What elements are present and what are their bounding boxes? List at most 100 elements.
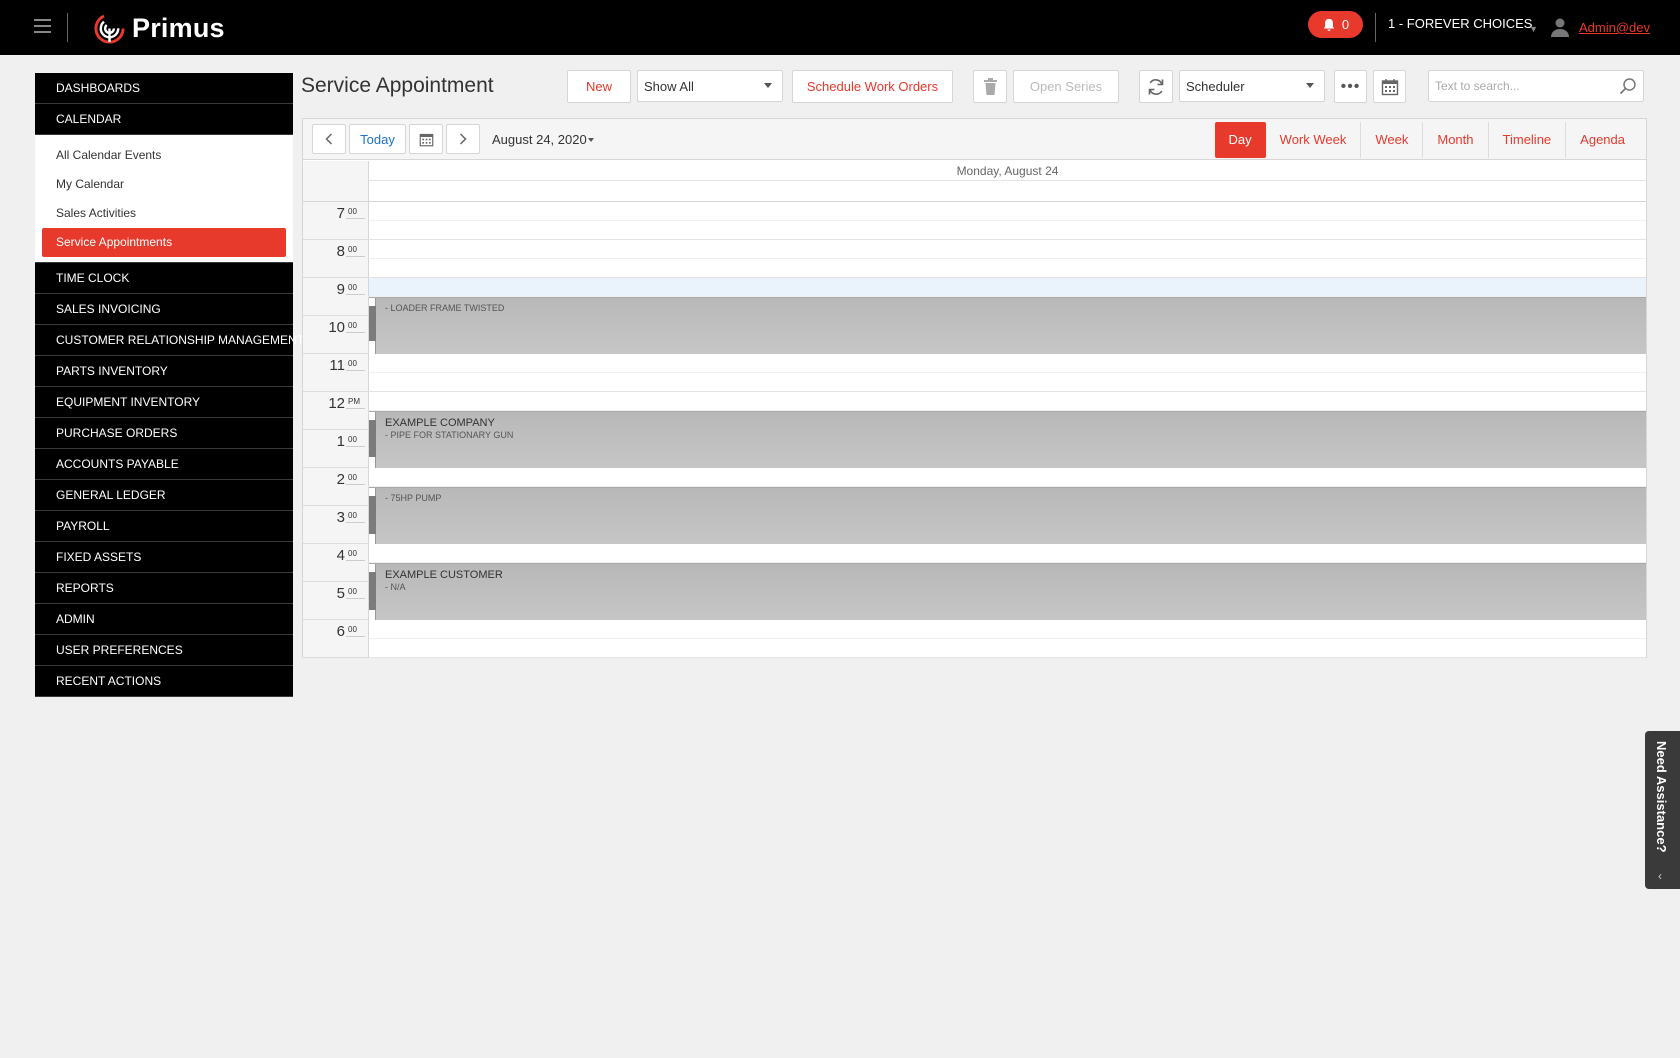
hour-number: 1 bbox=[336, 433, 345, 450]
schedule-work-orders-button[interactable]: Schedule Work Orders bbox=[792, 70, 953, 103]
chevron-down-icon bbox=[764, 83, 772, 88]
appointment-status-bar bbox=[369, 488, 376, 544]
view-select[interactable]: Scheduler bbox=[1179, 70, 1325, 102]
time-slot[interactable] bbox=[368, 392, 1646, 411]
chevron-down-icon bbox=[1306, 83, 1314, 88]
notifications-button[interactable]: 0 bbox=[1308, 11, 1363, 38]
new-button[interactable]: New bbox=[567, 70, 631, 103]
hamburger-menu-icon[interactable] bbox=[34, 19, 51, 34]
refresh-button[interactable] bbox=[1139, 70, 1173, 103]
hour-minutes: PM bbox=[348, 397, 360, 406]
search-input[interactable] bbox=[1429, 71, 1609, 101]
sidebar-item-recent-actions[interactable]: RECENT ACTIONS bbox=[35, 666, 293, 697]
sidebar-item-dashboards[interactable]: DASHBOARDS bbox=[35, 73, 293, 104]
appointment[interactable]: EXAMPLE COMPANY - PIPE FOR STATIONARY GU… bbox=[369, 411, 1646, 468]
chevron-down-icon[interactable] bbox=[588, 138, 594, 142]
need-assistance-tab[interactable]: Need Assistance? ‹ bbox=[1645, 731, 1680, 889]
view-agenda[interactable]: Agenda bbox=[1566, 122, 1639, 158]
time-slot[interactable] bbox=[368, 259, 1646, 278]
hour-number: 12 bbox=[328, 395, 345, 412]
sidebar-item-payroll[interactable]: PAYROLL bbox=[35, 511, 293, 542]
time-slot[interactable] bbox=[368, 202, 1646, 221]
submenu-item-sales-activities[interactable]: Sales Activities bbox=[42, 199, 286, 228]
chevron-left-icon[interactable]: ‹ bbox=[1658, 869, 1662, 883]
user-icon bbox=[1551, 18, 1569, 37]
user-link[interactable]: Admin@dev bbox=[1579, 20, 1650, 35]
divider bbox=[67, 13, 68, 42]
filter-select[interactable]: Show All bbox=[637, 70, 783, 102]
chevron-down-icon[interactable]: ▼ bbox=[1529, 24, 1538, 34]
hour-row: 6 00 bbox=[303, 620, 1646, 658]
all-day-row[interactable] bbox=[368, 181, 1646, 201]
appointment-title: EXAMPLE COMPANY bbox=[385, 417, 495, 429]
calendar-button[interactable] bbox=[1373, 70, 1406, 103]
next-button[interactable] bbox=[446, 124, 480, 154]
hour-minutes: 00 bbox=[348, 435, 357, 444]
search-icon[interactable] bbox=[1619, 77, 1637, 95]
fingerprint-logo-icon bbox=[94, 12, 125, 44]
appointment[interactable]: - 75HP PUMP bbox=[369, 487, 1646, 544]
hour-label: 9 00 bbox=[303, 278, 368, 316]
sidebar-item-sales-invoicing[interactable]: SALES INVOICING bbox=[35, 294, 293, 325]
time-column-header bbox=[303, 161, 368, 201]
time-slot[interactable] bbox=[368, 240, 1646, 259]
hour-label: 7 00 bbox=[303, 202, 368, 240]
previous-button[interactable] bbox=[312, 124, 346, 154]
divider bbox=[1375, 13, 1376, 42]
current-date-label[interactable]: August 24, 2020 bbox=[492, 132, 587, 147]
sidebar-item-time-clock[interactable]: TIME CLOCK bbox=[35, 263, 293, 294]
hour-minutes: 00 bbox=[348, 321, 357, 330]
view-month[interactable]: Month bbox=[1423, 122, 1489, 158]
view-week[interactable]: Week bbox=[1361, 122, 1424, 158]
view-work-week[interactable]: Work Week bbox=[1266, 122, 1362, 158]
hour-number: 11 bbox=[329, 357, 345, 374]
hour-minutes: 00 bbox=[348, 549, 357, 558]
sidebar-item-accounts-payable[interactable]: ACCOUNTS PAYABLE bbox=[35, 449, 293, 480]
chevron-left-icon bbox=[325, 133, 333, 145]
view-day[interactable]: Day bbox=[1214, 122, 1266, 158]
sidebar-item-purchase-orders[interactable]: PURCHASE ORDERS bbox=[35, 418, 293, 449]
submenu-item-all-calendar-events[interactable]: All Calendar Events bbox=[42, 141, 286, 170]
appointment[interactable]: EXAMPLE CUSTOMER - N/A bbox=[369, 563, 1646, 620]
sidebar-item-general-ledger[interactable]: GENERAL LEDGER bbox=[35, 480, 293, 511]
time-slot[interactable] bbox=[368, 468, 1646, 487]
hour-minutes: 00 bbox=[348, 359, 357, 368]
logo[interactable]: Primus bbox=[93, 8, 225, 48]
open-series-button[interactable]: Open Series bbox=[1013, 70, 1119, 103]
page-title: Service Appointment bbox=[301, 74, 494, 97]
hour-minutes: 00 bbox=[348, 473, 357, 482]
delete-button[interactable] bbox=[973, 70, 1007, 103]
submenu-item-my-calendar[interactable]: My Calendar bbox=[42, 170, 286, 199]
view-switcher: Day Work Week Week Month Timeline Agenda bbox=[1214, 122, 1639, 158]
sidebar-item-admin[interactable]: ADMIN bbox=[35, 604, 293, 635]
submenu-item-service-appointments[interactable]: Service Appointments bbox=[42, 228, 286, 257]
time-slot[interactable] bbox=[368, 354, 1646, 373]
sidebar-item-parts-inventory[interactable]: PARTS INVENTORY bbox=[35, 356, 293, 387]
hour-label: 6 00 bbox=[303, 620, 368, 658]
sidebar-item-user-preferences[interactable]: USER PREFERENCES bbox=[35, 635, 293, 666]
sidebar-item-fixed-assets[interactable]: FIXED ASSETS bbox=[35, 542, 293, 573]
hour-minutes: 00 bbox=[348, 625, 357, 634]
refresh-icon bbox=[1148, 78, 1164, 95]
sidebar-item-crm[interactable]: CUSTOMER RELATIONSHIP MANAGEMENT bbox=[35, 325, 304, 356]
hour-label: 4 00 bbox=[303, 544, 368, 582]
sidebar-item-calendar[interactable]: CALENDAR bbox=[35, 104, 293, 135]
company-selector[interactable]: 1 - FOREVER CHOICES bbox=[1388, 16, 1532, 31]
scheduler: Today August 24, 2020 Day Work Week Week… bbox=[302, 118, 1647, 658]
date-picker-button[interactable] bbox=[409, 124, 443, 154]
more-icon: ••• bbox=[1340, 77, 1361, 95]
today-button[interactable]: Today bbox=[349, 124, 406, 154]
hour-row: 7 00 bbox=[303, 202, 1646, 240]
scheduler-navigation: Today August 24, 2020 Day Work Week Week… bbox=[303, 119, 1646, 160]
time-slot[interactable] bbox=[368, 544, 1646, 563]
time-slot[interactable] bbox=[368, 221, 1646, 240]
sidebar-item-reports[interactable]: REPORTS bbox=[35, 573, 293, 604]
time-slot[interactable] bbox=[368, 373, 1646, 392]
appointment[interactable]: - LOADER FRAME TWISTED bbox=[369, 297, 1646, 354]
time-slot[interactable] bbox=[368, 639, 1646, 658]
more-options-button[interactable]: ••• bbox=[1334, 70, 1367, 103]
sidebar-item-equipment-inventory[interactable]: EQUIPMENT INVENTORY bbox=[35, 387, 293, 418]
view-timeline[interactable]: Timeline bbox=[1489, 122, 1567, 158]
time-slot-current[interactable] bbox=[368, 278, 1646, 297]
time-slot[interactable] bbox=[368, 620, 1646, 639]
